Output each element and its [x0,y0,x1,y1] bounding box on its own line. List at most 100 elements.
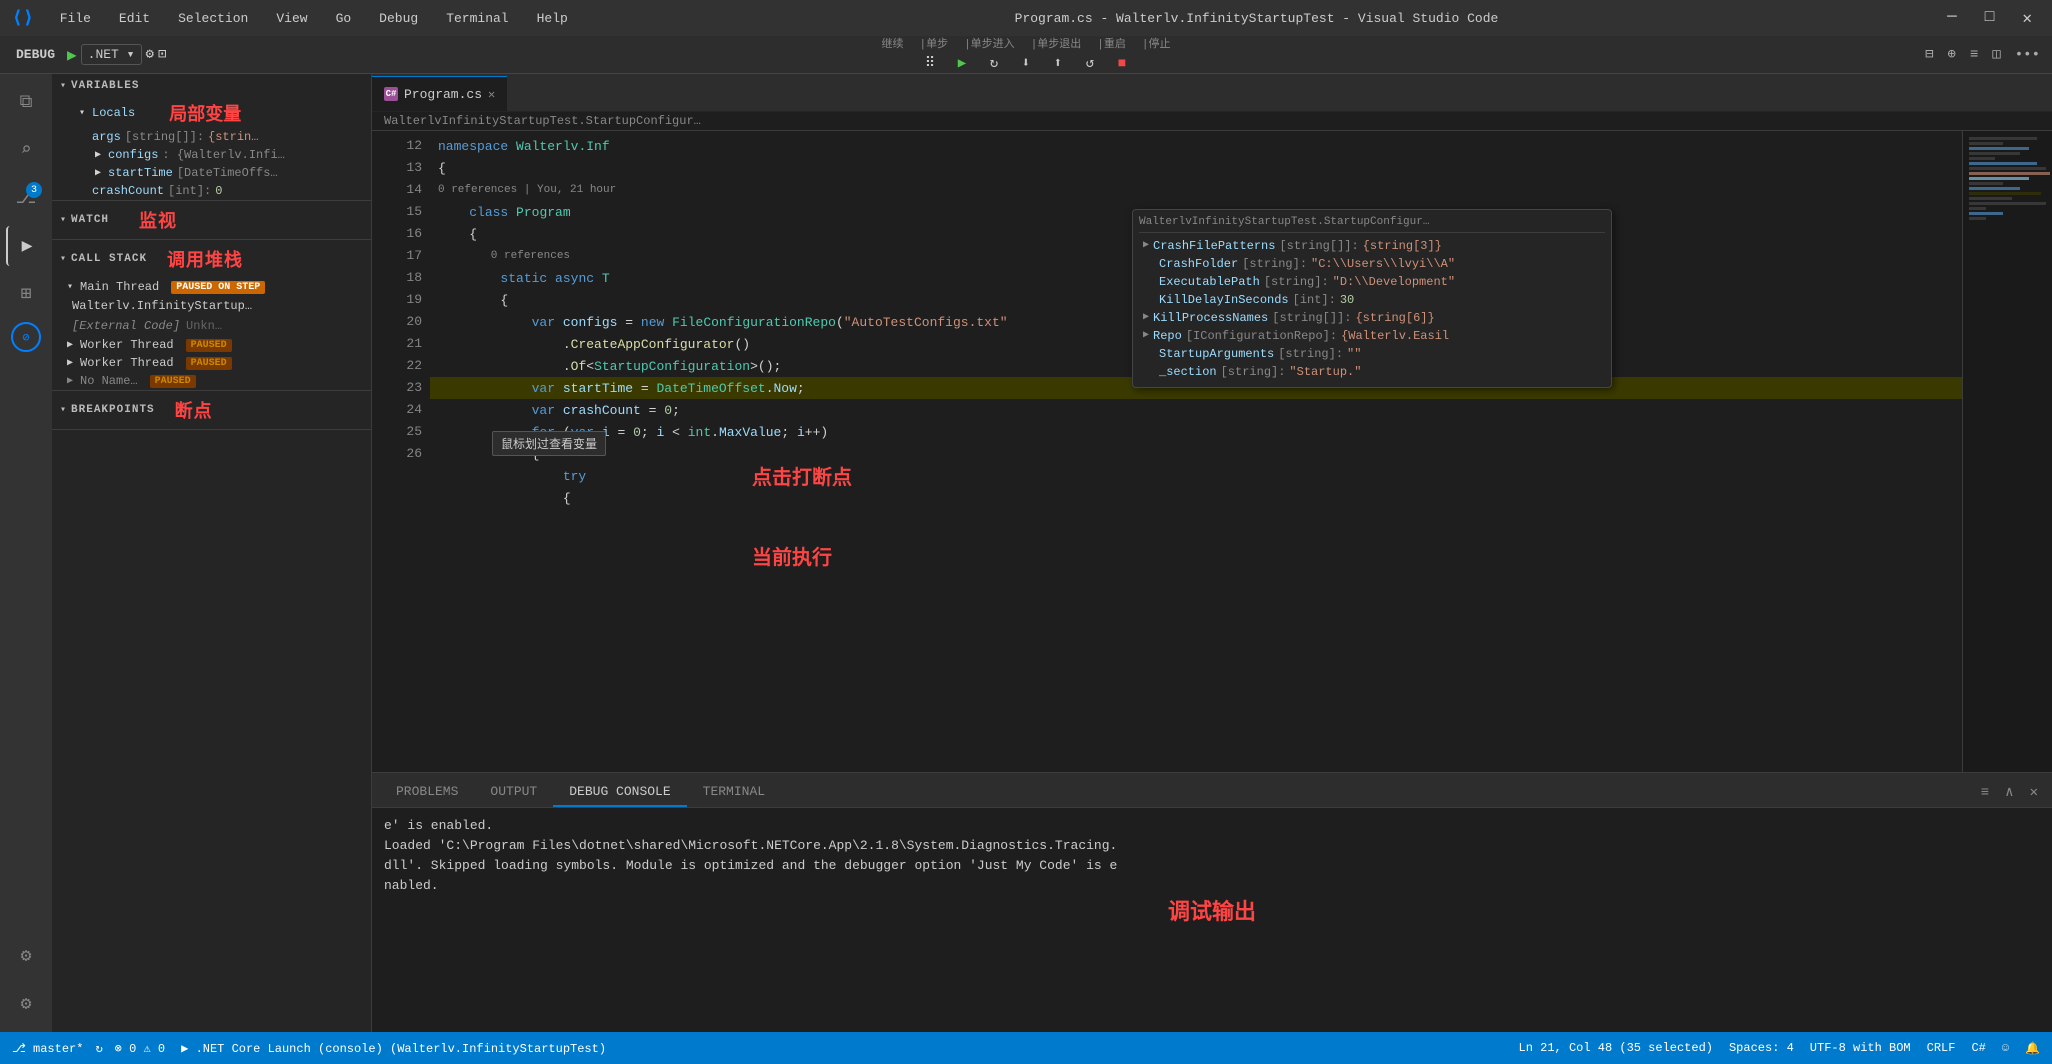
minimize-button[interactable]: ─ [1939,6,1965,30]
var-starttime[interactable]: ▶ startTime [DateTimeOffs… [52,164,371,182]
filter-icon[interactable]: ≡ [1975,783,1995,803]
menu-help[interactable]: Help [531,9,574,28]
cursor-position-status[interactable]: Ln 21, Col 48 (35 selected) [1519,1041,1713,1055]
activity-icon-search[interactable]: ⌕ [6,130,46,170]
menu-debug[interactable]: Debug [373,9,424,28]
tab-debug-console[interactable]: DEBUG CONSOLE [553,778,686,807]
step-over-button[interactable]: ↻ [980,53,1008,75]
language-status[interactable]: C# [1971,1041,1985,1055]
var-crashcount[interactable]: crashCount [int]: 0 [52,182,371,200]
debug-status[interactable]: ▶ .NET Core Launch (console) (Walterlv.I… [181,1041,606,1056]
popup-key-killprocessnames: KillProcessNames [1153,311,1268,325]
popup-type: [string[]]: [1279,239,1358,253]
var-args[interactable]: args [string[]]: {strin… [52,128,371,146]
step-into-button[interactable]: ⬇ [1012,53,1040,75]
debug-profile-selector[interactable]: .NET ▾ [81,44,142,65]
split-editor-icon[interactable]: ⊟ [1921,44,1937,65]
popup-val-killprocessnames: {string[6]} [1355,311,1434,325]
var-crashcount-name: crashCount [92,184,164,198]
locals-group[interactable]: ▾ Locals 局部变量 [52,98,371,128]
close-panel-icon[interactable]: ✕ [2024,782,2044,803]
no-name-thread-badge: PAUSED [150,375,196,388]
maximize-button[interactable]: □ [1977,6,2003,30]
more-actions-icon[interactable]: ••• [2011,45,2044,65]
menu-selection[interactable]: Selection [172,9,254,28]
activity-icon-settings[interactable]: ⚙ [6,984,46,1024]
sync-status[interactable]: ↻ [95,1041,102,1056]
git-branch-status[interactable]: ⎇ master* [12,1041,83,1056]
tab-output[interactable]: OUTPUT [474,778,553,807]
collapse-panel-icon[interactable]: ∧ [1999,782,2019,803]
tab-terminal[interactable]: TERMINAL [687,778,781,807]
popup-expand-icon[interactable]: ▶ [1143,239,1149,251]
var-configs[interactable]: ▶ configs : {Walterlv.Infi… [52,146,371,164]
drag-handle-icon[interactable]: ⠿ [916,53,944,75]
quick-open-icon[interactable]: ≡ [1966,45,1982,65]
step-out-button[interactable]: ⬆ [1044,53,1072,75]
debug-terminal-icon[interactable]: ⊡ [158,46,166,63]
popup-row-killdelay[interactable]: KillDelayInSeconds [int]: 30 [1139,291,1605,309]
line-ending-status[interactable]: CRLF [1927,1041,1956,1055]
close-button[interactable]: ✕ [2014,6,2040,30]
breakpoints-header[interactable]: ▾ BREAKPOINTS 断点 [52,391,371,429]
var-args-type: [string[]]: [125,130,204,144]
debug-play-button[interactable]: ▶ [67,45,77,65]
popup-expand-repo-icon[interactable]: ▶ [1143,329,1149,341]
tab-close-icon[interactable]: ✕ [488,87,495,102]
no-name-thread-group[interactable]: ▶ No Name… PAUSED [52,372,371,390]
worker-thread-1-group[interactable]: ▶ Worker Thread PAUSED [52,336,371,354]
breadcrumb-path[interactable]: WalterlvInfinityStartupTest.StartupConfi… [384,114,701,128]
variables-header[interactable]: ▾ VARIABLES [52,74,371,98]
worker-thread-1-expand-icon: ▶ [64,339,76,351]
popup-row-startupargs[interactable]: StartupArguments [string]: "" [1139,345,1605,363]
notification-bell-icon[interactable]: 🔔 [2025,1041,2040,1056]
spaces-status[interactable]: Spaces: 4 [1729,1041,1794,1055]
stop-button[interactable]: ■ [1108,53,1136,75]
popup-row-killprocessnames[interactable]: ▶ KillProcessNames [string[]]: {string[6… [1139,309,1605,327]
callstack-item-walterlv[interactable]: Walterlv.InfinityStartup… [52,296,371,316]
popup-row-repo[interactable]: ▶ Repo [IConfigurationRepo]: {Walterlv.E… [1139,327,1605,345]
continue-button[interactable]: ▶ [948,53,976,75]
minimap[interactable] [1962,131,2052,772]
var-configs-name: configs [108,148,158,162]
main-thread-group[interactable]: ▾ Main Thread PAUSED ON STEP [52,278,371,296]
debug-label: DEBUG [8,47,63,62]
chinese-annotation-watch: 监视 [139,207,177,233]
menu-terminal[interactable]: Terminal [440,9,514,28]
menu-file[interactable]: File [54,9,97,28]
popup-row-executablepath[interactable]: ExecutablePath [string]: "D:\\Developmen… [1139,273,1605,291]
tab-filename: Program.cs [404,87,482,102]
activity-icon-accounts[interactable]: ⚙ [6,936,46,976]
menu-go[interactable]: Go [330,9,358,28]
callstack-item-external[interactable]: [External Code] Unkn… [52,316,371,336]
popup-key: CrashFilePatterns [1153,239,1275,253]
smiley-icon[interactable]: ☺ [2002,1041,2009,1055]
watch-header[interactable]: ▾ WATCH 监视 [52,201,371,239]
activity-icon-run-debug[interactable]: ▶ [6,226,46,266]
popup-val-startupargs: "" [1347,347,1361,361]
activity-icon-remote[interactable]: ⊘ [11,322,41,352]
tab-problems[interactable]: PROBLEMS [380,778,474,807]
errors-warnings-status[interactable]: ⊗ 0 ⚠ 0 [115,1041,165,1056]
tab-program-cs[interactable]: C# Program.cs ✕ [372,76,507,111]
toggle-git-icon[interactable]: ⊕ [1944,44,1960,65]
encoding-status[interactable]: UTF-8 with BOM [1810,1041,1911,1055]
var-args-name: args [92,130,121,144]
lightbulb-icon[interactable]: 💡 [430,380,433,397]
popup-row-crashfilepatterns[interactable]: ▶ CrashFilePatterns [string[]]: {string[… [1139,237,1605,255]
activity-icon-source-control[interactable]: ⎇ 3 [6,178,46,218]
callstack-header[interactable]: ▾ CALL STACK 调用堆栈 [52,240,371,278]
open-settings-icon[interactable]: ◫ [1988,44,2004,65]
debug-settings-icon[interactable]: ⚙ [146,46,154,63]
console-line-1: e' is enabled. [384,816,2040,836]
activity-icon-extensions[interactable]: ⊞ [6,274,46,314]
restart-button[interactable]: ↺ [1076,53,1104,75]
menu-view[interactable]: View [270,9,313,28]
popup-expand-killprocess-icon[interactable]: ▶ [1143,311,1149,323]
popup-row-section[interactable]: _section [string]: "Startup." [1139,363,1605,381]
menu-edit[interactable]: Edit [113,9,156,28]
popup-row-crashfolder[interactable]: CrashFolder [string]: "C:\\Users\\lvyi\\… [1139,255,1605,273]
activity-icon-explorer[interactable]: ⧉ [6,82,46,122]
variable-popup: WalterlvInfinityStartupTest.StartupConfi… [1132,209,1612,388]
worker-thread-2-group[interactable]: ▶ Worker Thread PAUSED [52,354,371,372]
